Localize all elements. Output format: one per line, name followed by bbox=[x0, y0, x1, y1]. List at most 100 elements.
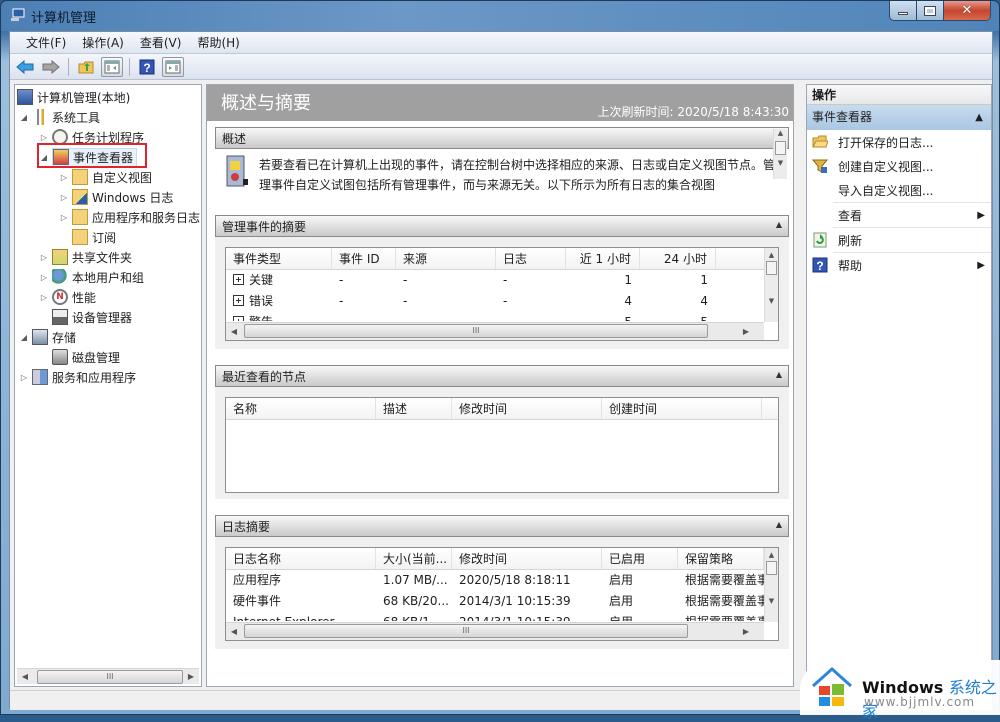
column-header[interactable]: 事件类型 bbox=[226, 248, 332, 269]
scrollbar-thumb[interactable]: III bbox=[244, 324, 708, 338]
tree-item-local-users[interactable]: ▷ 本地用户和组 bbox=[39, 267, 144, 287]
expanded-arrow-icon[interactable]: ◢ bbox=[19, 333, 29, 342]
show-hide-action-pane-button[interactable] bbox=[162, 56, 184, 77]
table-row[interactable]: 硬件事件 68 KB/20... 2014/3/1 10:15:39 启用 根据… bbox=[226, 591, 778, 612]
column-header[interactable]: 日志名称 bbox=[226, 548, 376, 569]
collapsed-arrow-icon[interactable]: ▷ bbox=[39, 133, 49, 142]
back-button[interactable] bbox=[14, 57, 36, 77]
column-header[interactable]: 已启用 bbox=[602, 548, 678, 569]
scrollbar-thumb[interactable]: III bbox=[244, 624, 688, 638]
table-row[interactable]: 应用程序 1.07 MB/... 2020/5/18 8:18:11 启用 根据… bbox=[226, 570, 778, 591]
vertical-scrollbar[interactable]: ▲ ▼ bbox=[764, 248, 778, 322]
table-row[interactable]: Internet Explorer 68 KB/1... 2014/3/1 10… bbox=[226, 612, 778, 621]
tree-item-root[interactable]: 计算机管理(本地) bbox=[17, 87, 130, 107]
menu-action[interactable]: 操作(A) bbox=[74, 34, 132, 51]
tree-item-performance[interactable]: ▷ N 性能 bbox=[39, 287, 96, 307]
tree-horizontal-scrollbar[interactable]: ◀ III ▶ bbox=[17, 668, 199, 684]
scroll-down-icon[interactable]: ▼ bbox=[774, 159, 787, 167]
minimize-button[interactable] bbox=[890, 1, 917, 20]
menu-file[interactable]: 文件(F) bbox=[18, 34, 74, 51]
scroll-down-icon[interactable]: ▼ bbox=[765, 597, 778, 605]
scroll-up-icon[interactable]: ▲ bbox=[765, 551, 778, 559]
maximize-button[interactable] bbox=[917, 1, 944, 20]
column-header[interactable]: 来源 bbox=[396, 248, 496, 269]
column-header[interactable]: 描述 bbox=[376, 398, 452, 419]
action-import-custom-view[interactable]: 导入自定义视图... bbox=[807, 178, 991, 202]
column-header[interactable]: 保留策略 bbox=[678, 548, 764, 569]
table-row[interactable]: 关键 - - - 1 1 bbox=[226, 270, 778, 291]
overview-header[interactable]: 概述 ▲ bbox=[215, 127, 789, 149]
scroll-left-icon[interactable]: ◀ bbox=[226, 327, 242, 336]
expand-icon[interactable] bbox=[233, 295, 244, 306]
help-button[interactable]: ? bbox=[136, 57, 158, 77]
collapse-icon[interactable]: ▲ bbox=[776, 520, 782, 529]
column-header[interactable]: 日志 bbox=[496, 248, 566, 269]
scroll-up-icon[interactable]: ▲ bbox=[765, 251, 778, 259]
up-level-button[interactable] bbox=[75, 57, 97, 77]
action-help[interactable]: ? 帮助 ▶ bbox=[807, 253, 991, 277]
column-header[interactable]: 修改时间 bbox=[452, 398, 602, 419]
scroll-down-icon[interactable]: ▼ bbox=[765, 297, 778, 305]
column-header[interactable]: 24 小时 bbox=[640, 248, 716, 269]
scroll-right-icon[interactable]: ▶ bbox=[183, 672, 199, 681]
tree-item-services-apps[interactable]: ▷ 服务和应用程序 bbox=[19, 367, 136, 387]
horizontal-scrollbar[interactable]: ◀ III ▶ bbox=[226, 622, 764, 640]
collapse-icon[interactable]: ▲ bbox=[776, 370, 782, 379]
tree-item-shared-folders[interactable]: ▷ 共享文件夹 bbox=[39, 247, 132, 267]
tree-item-storage[interactable]: ◢ 存储 bbox=[19, 327, 76, 347]
expanded-arrow-icon[interactable]: ◢ bbox=[19, 113, 29, 122]
column-header[interactable]: 大小(当前... bbox=[376, 548, 452, 569]
column-header[interactable]: 名称 bbox=[226, 398, 376, 419]
close-button[interactable]: ✕ bbox=[944, 1, 990, 20]
action-view[interactable]: 查看 ▶ bbox=[807, 203, 991, 227]
collapsed-arrow-icon[interactable]: ▷ bbox=[59, 193, 69, 202]
show-hide-tree-button[interactable] bbox=[101, 56, 123, 77]
vertical-scrollbar[interactable]: ▲ ▼ bbox=[764, 548, 778, 622]
action-create-custom-view[interactable]: 创建自定义视图... bbox=[807, 154, 991, 178]
tree-item-device-manager[interactable]: 设备管理器 bbox=[52, 307, 132, 327]
table-row[interactable]: 错误 - - - 4 4 bbox=[226, 291, 778, 312]
scroll-up-icon[interactable]: ▲ bbox=[774, 129, 787, 137]
log-summary-header[interactable]: 日志摘要 ▲ bbox=[215, 515, 789, 537]
expand-icon[interactable] bbox=[233, 316, 244, 321]
scroll-right-icon[interactable]: ▶ bbox=[738, 327, 754, 336]
scroll-right-icon[interactable]: ▶ bbox=[738, 627, 754, 636]
overview-vertical-scrollbar[interactable]: ▲ ▼ bbox=[773, 129, 787, 179]
column-header[interactable]: 近 1 小时 bbox=[566, 248, 640, 269]
tree-item-app-service-logs[interactable]: ▷ 应用程序和服务日志 bbox=[59, 207, 200, 227]
horizontal-scrollbar[interactable]: ◀ III ▶ bbox=[226, 322, 764, 340]
collapsed-arrow-icon[interactable]: ▷ bbox=[59, 173, 69, 182]
scroll-left-icon[interactable]: ◀ bbox=[17, 672, 33, 681]
shared-folder-icon bbox=[52, 249, 68, 265]
collapsed-arrow-icon[interactable]: ▷ bbox=[59, 213, 69, 222]
scrollbar-thumb[interactable]: III bbox=[37, 670, 183, 684]
collapse-icon[interactable]: ▲ bbox=[776, 220, 782, 229]
expand-icon[interactable] bbox=[233, 274, 244, 285]
collapsed-arrow-icon[interactable]: ▷ bbox=[39, 273, 49, 282]
menu-view[interactable]: 查看(V) bbox=[132, 34, 190, 51]
tree-item-custom-views[interactable]: ▷ 自定义视图 bbox=[59, 167, 152, 187]
collapsed-arrow-icon[interactable]: ▷ bbox=[39, 293, 49, 302]
scrollbar-thumb[interactable] bbox=[766, 261, 777, 275]
tree-item-subscriptions[interactable]: 订阅 bbox=[72, 227, 116, 247]
forward-button[interactable] bbox=[40, 57, 62, 77]
menu-help[interactable]: 帮助(H) bbox=[189, 34, 247, 51]
action-refresh[interactable]: 刷新 bbox=[807, 228, 991, 252]
tree-item-windows-logs[interactable]: ▷ Windows 日志 bbox=[59, 187, 173, 207]
scroll-left-icon[interactable]: ◀ bbox=[226, 627, 242, 636]
column-header[interactable]: 事件 ID bbox=[332, 248, 396, 269]
scrollbar-thumb[interactable] bbox=[766, 561, 777, 575]
collapsed-arrow-icon[interactable]: ▷ bbox=[19, 373, 29, 382]
tree-item-disk-management[interactable]: 磁盘管理 bbox=[52, 347, 120, 367]
column-header[interactable]: 创建时间 bbox=[602, 398, 762, 419]
collapse-icon[interactable]: ▲ bbox=[975, 105, 983, 130]
action-open-saved-log[interactable]: 打开保存的日志... bbox=[807, 130, 991, 154]
recent-nodes-header[interactable]: 最近查看的节点 ▲ bbox=[215, 365, 789, 387]
scrollbar-thumb[interactable] bbox=[775, 141, 786, 155]
tree-item-system-tools[interactable]: ◢ 系统工具 bbox=[19, 107, 100, 127]
actions-section-event-viewer[interactable]: 事件查看器 ▲ bbox=[807, 105, 991, 130]
admin-events-header[interactable]: 管理事件的摘要 ▲ bbox=[215, 215, 789, 237]
column-header[interactable]: 修改时间 bbox=[452, 548, 602, 569]
collapsed-arrow-icon[interactable]: ▷ bbox=[39, 253, 49, 262]
table-row[interactable]: 警告 5 5 bbox=[226, 312, 778, 321]
